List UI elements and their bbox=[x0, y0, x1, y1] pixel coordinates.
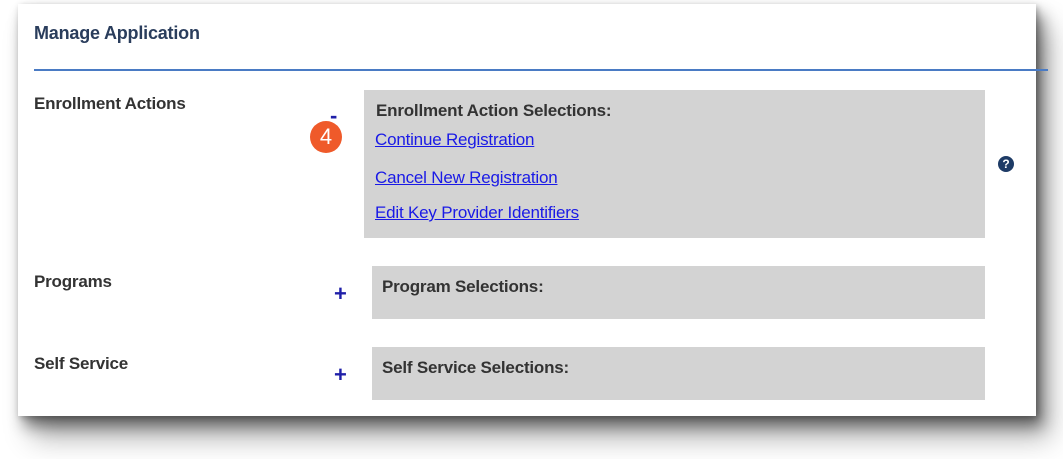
self-service-selections-box: Self Service Selections: bbox=[372, 347, 985, 400]
step-number-badge: 4 bbox=[310, 121, 342, 153]
self-service-selections-title: Self Service Selections: bbox=[382, 358, 570, 377]
cancel-new-registration-link[interactable]: Cancel New Registration bbox=[375, 168, 558, 188]
self-service-label: Self Service bbox=[34, 354, 128, 373]
edit-key-provider-identifiers-link[interactable]: Edit Key Provider Identifiers bbox=[375, 203, 579, 223]
enrollment-selections-box: Enrollment Action Selections: Continue R… bbox=[364, 90, 985, 238]
program-selections-title: Program Selections: bbox=[382, 277, 544, 296]
program-selections-box: Program Selections: bbox=[372, 266, 985, 319]
manage-application-panel: Manage Application Enrollment Actions - … bbox=[18, 4, 1048, 416]
programs-label: Programs bbox=[34, 272, 112, 291]
self-service-expand-toggle[interactable]: + bbox=[334, 364, 347, 386]
programs-expand-toggle[interactable]: + bbox=[334, 283, 347, 305]
enrollment-actions-label: Enrollment Actions bbox=[34, 94, 186, 113]
screenshot-stage: Manage Application Enrollment Actions - … bbox=[0, 0, 1063, 459]
enrollment-selections-title: Enrollment Action Selections: bbox=[376, 101, 612, 120]
panel-title: Manage Application bbox=[34, 23, 200, 43]
question-circle-icon[interactable]: ? bbox=[998, 156, 1014, 172]
continue-registration-link[interactable]: Continue Registration bbox=[375, 130, 534, 150]
title-divider bbox=[34, 69, 1048, 71]
